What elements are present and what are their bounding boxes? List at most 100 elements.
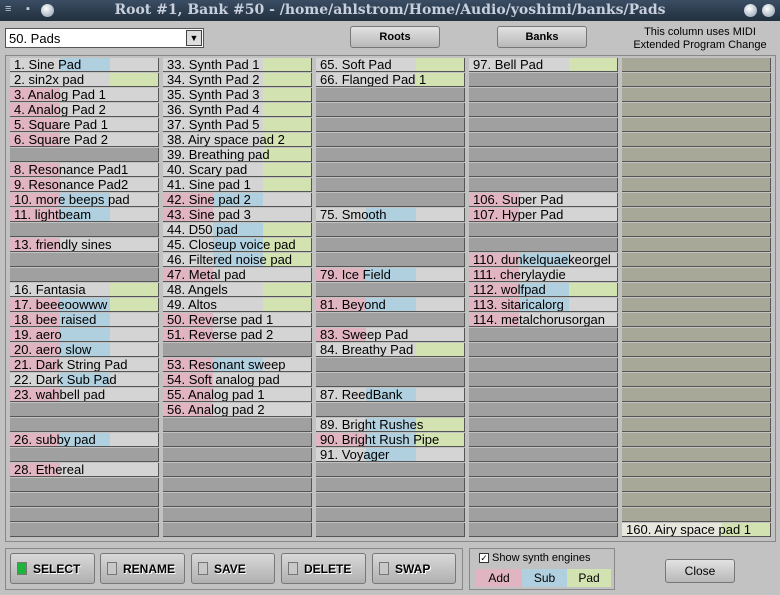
instrument-slot[interactable]: 44. D50 pad — [163, 223, 312, 237]
instrument-slot[interactable] — [10, 418, 159, 432]
instrument-slot[interactable] — [622, 358, 771, 372]
instrument-slot[interactable] — [469, 418, 618, 432]
instrument-slot[interactable] — [469, 223, 618, 237]
instrument-slot[interactable] — [316, 148, 465, 162]
instrument-slot[interactable] — [469, 163, 618, 177]
instrument-slot[interactable] — [622, 388, 771, 402]
instrument-slot[interactable]: 47. Metal pad — [163, 268, 312, 282]
instrument-slot[interactable]: 6. Square Pad 2 — [10, 133, 159, 147]
instrument-slot[interactable]: 38. Airy space pad 2 — [163, 133, 312, 147]
save-button[interactable]: SAVE — [191, 553, 275, 584]
instrument-slot[interactable] — [469, 508, 618, 522]
instrument-slot[interactable] — [316, 193, 465, 207]
instrument-slot[interactable]: 48. Angels — [163, 283, 312, 297]
instrument-slot[interactable] — [469, 373, 618, 387]
instrument-slot[interactable] — [469, 238, 618, 252]
instrument-slot[interactable] — [316, 253, 465, 267]
instrument-slot[interactable] — [10, 448, 159, 462]
instrument-slot[interactable] — [622, 88, 771, 102]
instrument-slot[interactable] — [622, 463, 771, 477]
instrument-slot[interactable]: 83. Sweep Pad — [316, 328, 465, 342]
instrument-slot[interactable] — [622, 343, 771, 357]
instrument-slot[interactable] — [469, 118, 618, 132]
instrument-slot[interactable] — [622, 328, 771, 342]
instrument-slot[interactable]: 4. Analog Pad 2 — [10, 103, 159, 117]
instrument-slot[interactable] — [469, 103, 618, 117]
instrument-slot[interactable]: 54. Soft analog pad — [163, 373, 312, 387]
instrument-slot[interactable]: 9. Resonance Pad2 — [10, 178, 159, 192]
instrument-slot[interactable]: 84. Breathy Pad — [316, 343, 465, 357]
instrument-slot[interactable] — [316, 88, 465, 102]
instrument-slot[interactable] — [469, 433, 618, 447]
instrument-slot[interactable] — [10, 523, 159, 537]
instrument-slot[interactable] — [469, 178, 618, 192]
instrument-slot[interactable] — [622, 253, 771, 267]
instrument-slot[interactable] — [316, 133, 465, 147]
instrument-slot[interactable] — [622, 223, 771, 237]
instrument-slot[interactable] — [316, 493, 465, 507]
instrument-slot[interactable] — [316, 223, 465, 237]
instrument-slot[interactable]: 90. Bright Rush Pipe — [316, 433, 465, 447]
instrument-slot[interactable]: 81. Beyond — [316, 298, 465, 312]
instrument-slot[interactable] — [10, 223, 159, 237]
instrument-slot[interactable]: 66. Flanged Pad 1 — [316, 73, 465, 87]
instrument-slot[interactable] — [469, 148, 618, 162]
instrument-slot[interactable] — [622, 103, 771, 117]
instrument-slot[interactable] — [622, 478, 771, 492]
instrument-slot[interactable] — [316, 103, 465, 117]
instrument-slot[interactable] — [469, 523, 618, 537]
instrument-slot[interactable] — [163, 493, 312, 507]
instrument-slot[interactable]: 113. sitaricalorg — [469, 298, 618, 312]
show-engines-toggle[interactable]: ✓ Show synth engines — [479, 552, 590, 564]
instrument-slot[interactable] — [316, 463, 465, 477]
instrument-slot[interactable] — [316, 403, 465, 417]
instrument-slot[interactable] — [622, 448, 771, 462]
instrument-slot[interactable] — [469, 403, 618, 417]
instrument-slot[interactable]: 42. Sine pad 2 — [163, 193, 312, 207]
close-window-icon[interactable] — [762, 4, 775, 17]
instrument-slot[interactable]: 18. bee raised — [10, 313, 159, 327]
instrument-slot[interactable] — [469, 358, 618, 372]
delete-button[interactable]: DELETE — [281, 553, 366, 584]
instrument-slot[interactable] — [316, 373, 465, 387]
instrument-slot[interactable]: 26. subby pad — [10, 433, 159, 447]
instrument-slot[interactable]: 111. cherylaydie — [469, 268, 618, 282]
instrument-slot[interactable] — [10, 403, 159, 417]
instrument-slot[interactable] — [622, 58, 771, 72]
instrument-slot[interactable] — [10, 253, 159, 267]
instrument-slot[interactable] — [622, 148, 771, 162]
instrument-slot[interactable] — [469, 343, 618, 357]
instrument-slot[interactable]: 19. aero — [10, 328, 159, 342]
instrument-slot[interactable]: 106. Super Pad — [469, 193, 618, 207]
instrument-slot[interactable] — [163, 343, 312, 357]
instrument-slot[interactable]: 79. Ice Field — [316, 268, 465, 282]
instrument-slot[interactable] — [469, 328, 618, 342]
instrument-slot[interactable]: 46. Filtered noise pad — [163, 253, 312, 267]
instrument-slot[interactable] — [622, 193, 771, 207]
instrument-slot[interactable]: 13. friendly sines — [10, 238, 159, 252]
instrument-slot[interactable] — [469, 388, 618, 402]
instrument-slot[interactable]: 20. aero slow — [10, 343, 159, 357]
instrument-slot[interactable]: 33. Synth Pad 1 — [163, 58, 312, 72]
instrument-slot[interactable]: 3. Analog Pad 1 — [10, 88, 159, 102]
instrument-slot[interactable] — [163, 433, 312, 447]
instrument-slot[interactable]: 17. beeeoowww — [10, 298, 159, 312]
instrument-slot[interactable] — [469, 463, 618, 477]
instrument-slot[interactable] — [469, 448, 618, 462]
instrument-slot[interactable]: 50. Reverse pad 1 — [163, 313, 312, 327]
instrument-slot[interactable]: 5. Square Pad 1 — [10, 118, 159, 132]
chevron-down-icon[interactable]: ▼ — [186, 30, 202, 46]
instrument-slot[interactable] — [622, 373, 771, 387]
instrument-slot[interactable]: 41. Sine pad 1 — [163, 178, 312, 192]
instrument-slot[interactable] — [622, 298, 771, 312]
instrument-slot[interactable] — [316, 313, 465, 327]
instrument-slot[interactable]: 43. Sine pad 3 — [163, 208, 312, 222]
instrument-slot[interactable] — [622, 268, 771, 282]
instrument-slot[interactable] — [163, 478, 312, 492]
instrument-slot[interactable]: 28. Ethereal — [10, 463, 159, 477]
instrument-slot[interactable] — [10, 508, 159, 522]
instrument-slot[interactable]: 39. Breathing pad — [163, 148, 312, 162]
instrument-slot[interactable] — [163, 448, 312, 462]
instrument-slot[interactable] — [10, 148, 159, 162]
instrument-slot[interactable]: 22. Dark Sub Pad — [10, 373, 159, 387]
